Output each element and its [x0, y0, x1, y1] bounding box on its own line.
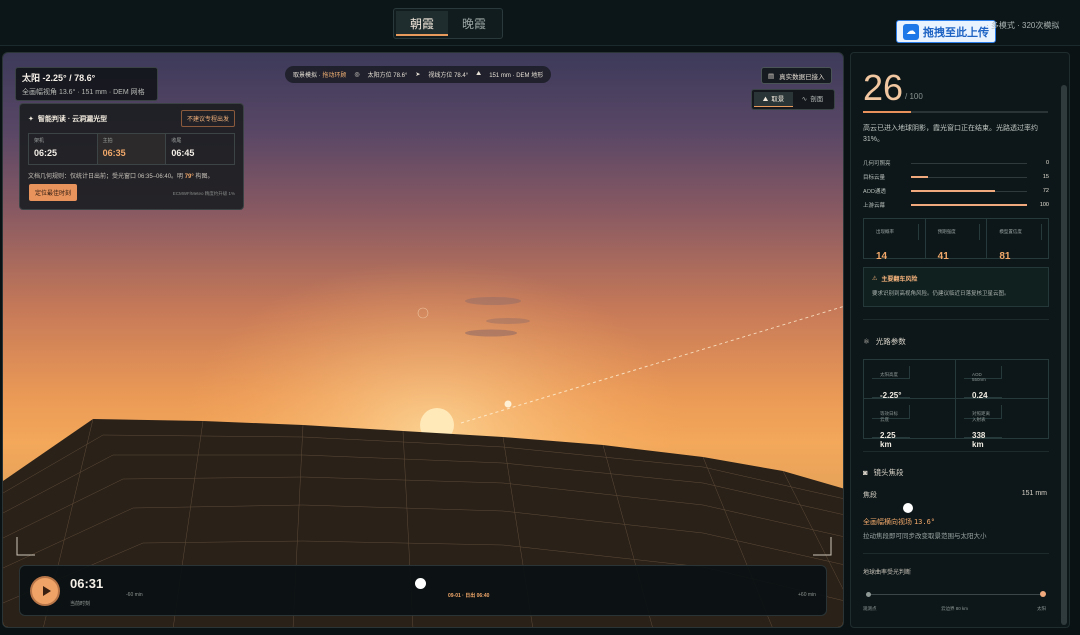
risk-title: 主要翻车风险	[881, 277, 918, 283]
earth-label-cloud: 云边界 80 km	[941, 606, 969, 611]
camera-icon: ◙	[863, 468, 868, 477]
optics-section-title: ⚛ 光路参数	[863, 337, 906, 346]
timeline-center-label: 09-01 · 日出 06:40	[448, 593, 490, 599]
score-description: 高云已进入地球阴影，霞光窗口正在结束。光路透过率约 31%。	[863, 125, 1038, 143]
metric-row: 目标云量 15	[863, 174, 1049, 181]
hud-drag-hint: 拖动环顾	[322, 73, 347, 79]
score-bar	[863, 111, 1048, 113]
observer-point	[866, 592, 871, 597]
warning-badge: 不建议专程出发	[180, 110, 235, 127]
scene-viewport[interactable]: 取景模拟 · 拖动环顾 ◎ 太阳方位 78.6° ➤ 视线方位 78.4° ⛰ 151…	[2, 52, 844, 628]
timing-main: 主拍 06:35	[97, 134, 167, 164]
chart-line-icon: ∿	[801, 96, 808, 103]
optic-cell: AOD 550nm 0.24	[956, 360, 1048, 400]
upload-button[interactable]: ☁ 拖拽至此上传	[896, 20, 996, 43]
earth-label-sun: 太阳	[1037, 606, 1046, 611]
mode-info: · 多模式 · 320次模拟	[986, 21, 1060, 30]
light-path-point	[504, 400, 512, 408]
focal-slider-knob[interactable]	[903, 503, 913, 513]
sun-position-box: 太阳 -2.25° / 78.6° 全画幅视角 13.6° · 151 mm ·…	[15, 67, 158, 101]
warning-icon: ⚠	[872, 276, 878, 282]
tab-sunset[interactable]: 晚霞	[448, 11, 500, 36]
sun-position-title: 太阳 -2.25° / 78.6°	[22, 73, 96, 83]
metrics-list: 几何可照亮 0 目标云量 15 AOD通透 72 上游云幕 100	[863, 156, 1049, 212]
timing-setup: 架机 06:25	[29, 134, 98, 164]
upload-label: 拖拽至此上传	[923, 26, 989, 39]
metric-row: AOD通透 72	[863, 188, 1049, 195]
compass-icon: ◎	[354, 72, 360, 78]
hud-lens: 151 mm · DEM 地形	[489, 73, 544, 79]
score-value: 26	[863, 67, 904, 108]
stat-box: 模型置信度 81	[987, 219, 1048, 262]
divider	[863, 553, 1049, 554]
stat-box: 出现概率 14	[864, 219, 926, 262]
score-bar-fill	[863, 111, 912, 113]
focal-value: 151 mm	[1021, 490, 1047, 497]
lens-section-title: ◙ 镜头焦段	[863, 468, 904, 477]
tab-viewfinder[interactable]: ⛰ 取景	[754, 92, 793, 107]
play-icon	[42, 586, 51, 596]
atom-icon: ⚛	[863, 337, 870, 346]
timeline-bar: 06:31 当前时刻 -60 min 09-01 · 日出 06:40 +60 …	[19, 565, 827, 616]
database-icon: ▤	[768, 72, 775, 80]
current-time-label: 当前时刻	[70, 601, 91, 607]
tab-profile[interactable]: ∿ 剖面	[793, 92, 832, 107]
risk-desc: 要求识别到高视角风险。仍建议临近日落复核卫星云图。	[872, 291, 1010, 297]
sun-point	[1040, 591, 1046, 597]
timeline-end-label: +60 min	[798, 592, 816, 598]
focal-label: 焦段	[863, 492, 877, 499]
metric-row: 几何可照亮 0	[863, 160, 1049, 167]
sparkle-icon: ✦	[28, 116, 34, 123]
divider	[863, 451, 1049, 452]
mountain-icon: ⛰	[762, 95, 769, 103]
fov-description: 拉动焦段即可同步改变取景范围与太阳大小	[863, 533, 987, 540]
earth-curvature-title: 地球曲率受光判断	[863, 570, 912, 576]
timing-end: 收尾 06:45	[171, 138, 195, 158]
hud-status-bar: 取景模拟 · 拖动环顾 ◎ 太阳方位 78.6° ➤ 视线方位 78.4° ⛰ 151…	[285, 66, 552, 83]
real-data-label: 真实数据已接入	[779, 73, 825, 81]
cloud-streak	[465, 329, 517, 337]
cloud-streak	[486, 318, 530, 324]
ai-card-note: 文档几何规则：仅统计日出前；受光窗口 06:35–06:40。明 79° 构图。	[28, 174, 214, 180]
fov-readout: 全画幅横向视场 13.6°	[863, 518, 936, 526]
optic-cell: 等效日标云底 2.25 km	[864, 399, 956, 449]
current-time: 06:31	[70, 576, 104, 591]
optics-grid: 太阳高度 -2.25° AOD 550nm 0.24 等效日标云底 2.25 km 对…	[863, 359, 1049, 449]
risk-alert: ⚠ 主要翻车风险 要求识别到高视角风险。仍建议临近日落复核卫星云图。	[863, 267, 1049, 307]
optic-cell: 太阳高度 -2.25°	[864, 360, 956, 400]
cloud-upload-icon: ☁	[903, 23, 919, 40]
play-button[interactable]	[30, 576, 60, 606]
mountain-icon: ⛰	[476, 71, 482, 77]
sun-position-sub: 全画幅视角 13.6° · 151 mm · DEM 网格	[22, 89, 145, 96]
optic-cell: 对照距离入射表 338 km	[956, 399, 1048, 449]
timeline-start-label: -60 min	[126, 592, 143, 598]
hud-view-azimuth: 视线方位 78.4°	[428, 73, 469, 79]
mode-tabs: 朝霞 晚霞	[393, 8, 503, 39]
panel-scrollbar[interactable]	[1061, 85, 1067, 625]
real-data-button[interactable]: ▤ 真实数据已接入	[761, 67, 832, 84]
timeline-slider-knob[interactable]	[415, 578, 426, 589]
tab-sunrise[interactable]: 朝霞	[396, 11, 448, 36]
analysis-panel: 26 / 100 高云已进入地球阴影，霞光窗口正在结束。光路透过率约 31%。 …	[850, 52, 1070, 628]
probability-boxes: 出现概率 14 预期强度 41 模型置信度 81	[863, 218, 1049, 262]
hud-mode: 取景模拟	[293, 73, 318, 79]
metric-row: 上游云幕 100	[863, 202, 1049, 209]
ai-analysis-card: ✦ 智能判读 · 云洞漏光型 不建议专程出发 架机 06:25 主拍 06:35 收尾…	[19, 103, 244, 210]
locate-best-time-button[interactable]: 定位最佳时刻	[29, 184, 78, 201]
timing-columns: 架机 06:25 主拍 06:35 收尾 06:45	[28, 133, 235, 165]
divider	[863, 319, 1049, 320]
navigation-icon: ➤	[415, 72, 421, 78]
score-denominator: / 100	[905, 92, 923, 101]
top-bar: 朝霞 晚霞 ☁ 拖拽至此上传 · 多模式 · 320次模拟	[0, 0, 1080, 46]
cloud-streak	[465, 297, 521, 305]
stat-box: 预期强度 41	[926, 219, 988, 262]
earth-label-observer: 观测点	[863, 606, 877, 611]
data-source: ECMWF/Meteo 精度约升级 1%	[172, 191, 235, 196]
ai-card-title: 智能判读 · 云洞漏光型	[37, 116, 108, 123]
hud-sun-azimuth: 太阳方位 78.6°	[367, 73, 408, 79]
earth-path-line	[868, 594, 1044, 595]
view-toggle: ⛰ 取景 ∿ 剖面	[751, 89, 835, 110]
